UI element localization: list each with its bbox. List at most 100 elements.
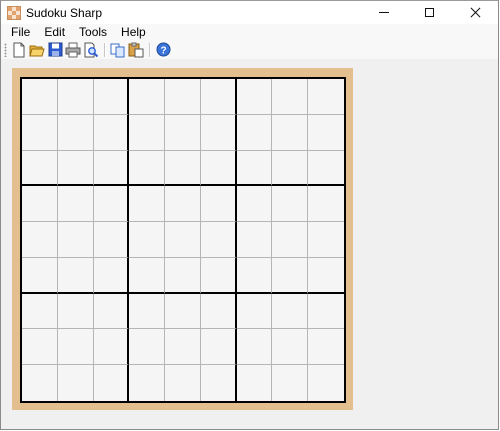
sudoku-cell[interactable] (165, 114, 201, 151)
sudoku-cell[interactable] (200, 365, 237, 401)
sudoku-cell[interactable] (236, 79, 273, 115)
sudoku-cell[interactable] (308, 329, 344, 366)
sudoku-cell[interactable] (165, 293, 201, 330)
sudoku-cell[interactable] (57, 150, 94, 187)
sudoku-cell[interactable] (165, 186, 201, 223)
sudoku-cell[interactable] (129, 257, 166, 294)
sudoku-cell[interactable] (308, 186, 344, 223)
sudoku-cell[interactable] (129, 365, 166, 401)
sudoku-cell[interactable] (57, 293, 94, 330)
menu-help[interactable]: Help (114, 24, 153, 40)
close-icon (470, 7, 481, 18)
sudoku-cell[interactable] (22, 79, 58, 115)
sudoku-cell[interactable] (272, 186, 309, 223)
sudoku-cell[interactable] (93, 293, 130, 330)
sudoku-cell[interactable] (236, 293, 273, 330)
sudoku-cell[interactable] (308, 79, 344, 115)
sudoku-cell[interactable] (93, 186, 130, 223)
sudoku-cell[interactable] (22, 150, 58, 187)
sudoku-cell[interactable] (93, 329, 130, 366)
sudoku-cell[interactable] (308, 114, 344, 151)
sudoku-cell[interactable] (272, 150, 309, 187)
print-button[interactable] (65, 42, 81, 58)
sudoku-cell[interactable] (57, 114, 94, 151)
sudoku-cell[interactable] (129, 222, 166, 258)
sudoku-cell[interactable] (129, 150, 166, 187)
sudoku-cell[interactable] (22, 329, 58, 366)
sudoku-cell[interactable] (165, 222, 201, 258)
sudoku-cell[interactable] (57, 257, 94, 294)
sudoku-cell[interactable] (236, 365, 273, 401)
close-button[interactable] (453, 1, 498, 24)
open-button[interactable] (29, 42, 45, 58)
sudoku-cell[interactable] (57, 186, 94, 223)
help-button[interactable]: ? (155, 42, 171, 58)
sudoku-cell[interactable] (272, 293, 309, 330)
sudoku-cell[interactable] (93, 222, 130, 258)
sudoku-cell[interactable] (93, 150, 130, 187)
title-bar[interactable]: Sudoku Sharp (1, 1, 498, 24)
sudoku-cell[interactable] (22, 222, 58, 258)
sudoku-cell[interactable] (165, 150, 201, 187)
sudoku-cell[interactable] (236, 150, 273, 187)
sudoku-cell[interactable] (200, 114, 237, 151)
sudoku-cell[interactable] (308, 257, 344, 294)
sudoku-cell[interactable] (129, 329, 166, 366)
save-button[interactable] (47, 42, 63, 58)
copy-button[interactable] (110, 42, 126, 58)
sudoku-cell[interactable] (272, 257, 309, 294)
sudoku-cell[interactable] (22, 114, 58, 151)
sudoku-cell[interactable] (308, 150, 344, 187)
sudoku-cell[interactable] (165, 365, 201, 401)
sudoku-cell[interactable] (93, 365, 130, 401)
sudoku-cell[interactable] (236, 257, 273, 294)
menu-file[interactable]: File (1, 24, 37, 40)
sudoku-cell[interactable] (22, 365, 58, 401)
new-button[interactable] (11, 42, 27, 58)
sudoku-cell[interactable] (57, 329, 94, 366)
sudoku-cell[interactable] (129, 79, 166, 115)
paste-button[interactable] (128, 42, 144, 58)
menu-tools[interactable]: Tools (72, 24, 114, 40)
sudoku-cell[interactable] (308, 222, 344, 258)
sudoku-cell[interactable] (165, 329, 201, 366)
toolbar-grip[interactable] (4, 42, 7, 57)
sudoku-cell[interactable] (200, 186, 237, 223)
sudoku-cell[interactable] (93, 114, 130, 151)
sudoku-cell[interactable] (22, 257, 58, 294)
sudoku-cell[interactable] (272, 79, 309, 115)
print-preview-button[interactable] (83, 42, 99, 58)
sudoku-cell[interactable] (57, 365, 94, 401)
toolbar: ? (1, 40, 498, 59)
menu-edit[interactable]: Edit (37, 24, 72, 40)
sudoku-cell[interactable] (200, 329, 237, 366)
sudoku-cell[interactable] (165, 257, 201, 294)
sudoku-cell[interactable] (129, 293, 166, 330)
sudoku-cell[interactable] (272, 222, 309, 258)
sudoku-cell[interactable] (236, 186, 273, 223)
sudoku-cell[interactable] (165, 79, 201, 115)
sudoku-cell[interactable] (236, 329, 273, 366)
sudoku-cell[interactable] (308, 293, 344, 330)
sudoku-cell[interactable] (236, 222, 273, 258)
sudoku-cell[interactable] (57, 79, 94, 115)
sudoku-cell[interactable] (129, 114, 166, 151)
maximize-button[interactable] (407, 1, 452, 24)
sudoku-cell[interactable] (22, 186, 58, 223)
sudoku-cell[interactable] (200, 293, 237, 330)
sudoku-cell[interactable] (272, 365, 309, 401)
minimize-button[interactable] (361, 1, 406, 24)
sudoku-cell[interactable] (200, 150, 237, 187)
sudoku-cell[interactable] (236, 114, 273, 151)
sudoku-cell[interactable] (308, 365, 344, 401)
sudoku-cell[interactable] (22, 293, 58, 330)
sudoku-cell[interactable] (272, 329, 309, 366)
sudoku-cell[interactable] (272, 114, 309, 151)
sudoku-cell[interactable] (200, 257, 237, 294)
sudoku-cell[interactable] (200, 79, 237, 115)
sudoku-cell[interactable] (93, 79, 130, 115)
sudoku-cell[interactable] (93, 257, 130, 294)
sudoku-cell[interactable] (129, 186, 166, 223)
sudoku-cell[interactable] (57, 222, 94, 258)
sudoku-cell[interactable] (200, 222, 237, 258)
